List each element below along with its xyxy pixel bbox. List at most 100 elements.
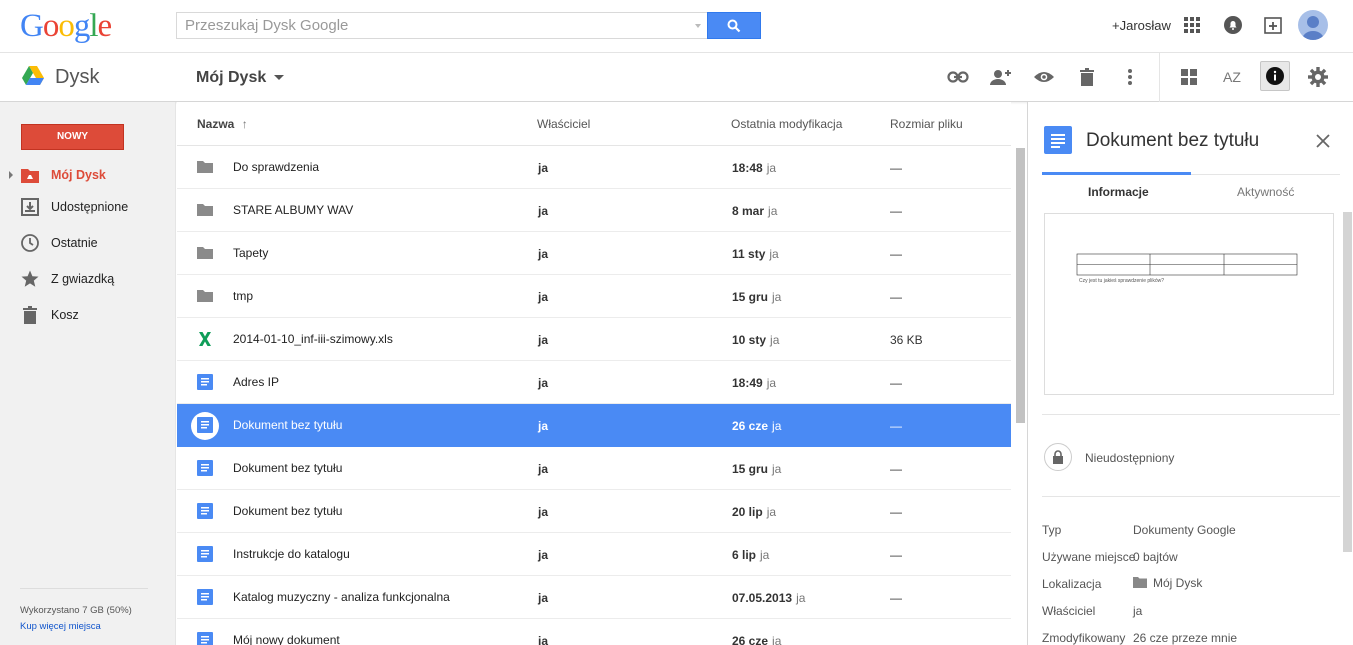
table-row[interactable]: Katalog muzyczny - analiza funkcjonalna j…	[177, 576, 1011, 619]
trash-icon[interactable]	[1075, 65, 1099, 89]
file-owner: ja	[538, 591, 549, 605]
file-owner: ja	[538, 505, 549, 519]
avatar[interactable]	[1298, 10, 1328, 40]
spreadsheet-icon	[199, 332, 211, 346]
modified-by: ja	[796, 591, 806, 605]
file-owner: ja	[538, 419, 549, 433]
modified-by: ja	[766, 161, 777, 175]
search-button[interactable]	[707, 12, 761, 39]
table-row[interactable]: STARE ALBUMY WAV ja 8 mar ja —	[177, 189, 1011, 232]
table-row[interactable]: 2014-01-10_inf-iii-szimowy.xls ja 10 sty ja…	[177, 318, 1011, 361]
file-modified: 8 mar ja	[732, 204, 777, 218]
lock-icon[interactable]	[1044, 443, 1072, 471]
modified-by: ja	[760, 548, 770, 562]
column-header-name[interactable]: Nazwa ↑	[197, 117, 248, 131]
new-button[interactable]: NOWY	[21, 124, 124, 150]
sidebar-item-recent[interactable]: Ostatnie	[0, 228, 176, 258]
table-row[interactable]: Adres IP ja 18:49 ja —	[177, 361, 1011, 404]
search-options-chevron-icon[interactable]	[695, 24, 701, 28]
tab-info[interactable]: Informacje	[1088, 185, 1149, 199]
add-person-icon[interactable]	[989, 65, 1013, 89]
sort-az-label: AZ	[1223, 69, 1241, 85]
share-plus-icon[interactable]	[1262, 14, 1284, 36]
sort-ascending-icon[interactable]: ↑	[242, 117, 248, 131]
property-value-location[interactable]: Mój Dysk	[1133, 576, 1202, 590]
file-list-scroll-thumb[interactable]	[1016, 148, 1025, 423]
folder-icon	[197, 204, 213, 216]
google-logo[interactable]: Google	[20, 8, 112, 45]
notifications-bell-icon[interactable]	[1222, 14, 1244, 36]
info-icon	[1266, 67, 1284, 85]
link-icon[interactable]	[946, 65, 970, 89]
modified-date: 6 lip	[732, 548, 757, 562]
table-row[interactable]: Do sprawdzenia ja 18:48 ja —	[177, 146, 1011, 189]
breadcrumb[interactable]: Mój Dysk	[196, 69, 285, 87]
file-owner: ja	[538, 247, 549, 261]
grid-view-icon[interactable]	[1177, 65, 1201, 89]
file-name[interactable]: Katalog muzyczny - analiza funkcjonalna	[233, 590, 450, 604]
file-name[interactable]: Tapety	[233, 246, 268, 260]
file-name[interactable]: Instrukcje do katalogu	[233, 547, 350, 561]
file-name[interactable]: tmp	[233, 289, 253, 303]
modified-date: 26 cze	[732, 634, 769, 645]
column-header-owner[interactable]: Właściciel	[537, 117, 590, 131]
clock-icon	[21, 234, 39, 252]
file-modified: 07.05.2013 ja	[732, 591, 805, 605]
document-preview[interactable]: Czy jest tu jakieś sprawdzenie plików?	[1044, 213, 1334, 395]
search-box[interactable]	[176, 12, 708, 39]
preview-eye-icon[interactable]	[1032, 65, 1056, 89]
close-icon[interactable]	[1314, 132, 1332, 150]
sort-az-icon[interactable]: AZ	[1220, 65, 1244, 89]
file-name[interactable]: 2014-01-10_inf-iii-szimowy.xls	[233, 332, 393, 346]
document-preview-table	[1076, 253, 1298, 276]
column-header-size[interactable]: Rozmiar pliku	[890, 117, 963, 131]
details-panel-scrollbar[interactable]	[1343, 212, 1352, 552]
file-name[interactable]: Adres IP	[233, 375, 279, 389]
sidebar-item-label: Mój Dysk	[51, 168, 106, 182]
column-header-modified[interactable]: Ostatnia modyfikacja	[731, 117, 842, 131]
file-list: Nazwa ↑ Właściciel Ostatnia modyfikacja …	[177, 102, 1027, 645]
table-row[interactable]: tmp ja 15 gru ja —	[177, 275, 1011, 318]
file-modified: 10 sty ja	[732, 333, 779, 347]
apps-grid-icon[interactable]	[1181, 14, 1203, 36]
file-name[interactable]: Do sprawdzenia	[233, 160, 319, 174]
file-size: —	[890, 376, 902, 390]
divider	[1042, 496, 1340, 497]
folder-icon	[197, 247, 213, 259]
table-row[interactable]: Tapety ja 11 sty ja —	[177, 232, 1011, 275]
sidebar-item-shared[interactable]: Udostępnione	[0, 192, 176, 222]
table-row[interactable]: Mój nowy dokument ja 26 cze ja	[177, 619, 1011, 645]
modified-by: ja	[772, 290, 782, 304]
logo-letter: l	[89, 8, 98, 44]
sidebar-item-my-drive[interactable]: Mój Dysk	[0, 160, 176, 190]
file-name[interactable]: STARE ALBUMY WAV	[233, 203, 353, 217]
property-value-modified: 26 cze przeze mnie	[1133, 631, 1238, 645]
settings-gear-icon[interactable]	[1306, 65, 1330, 89]
user-name-link[interactable]: +Jarosław	[1112, 18, 1171, 33]
location-label: Mój Dysk	[1153, 576, 1203, 590]
file-name[interactable]: Mój nowy dokument	[233, 633, 340, 645]
file-modified: 18:49 ja	[732, 376, 776, 390]
search-input[interactable]	[177, 13, 707, 38]
table-row[interactable]: Dokument bez tytułu ja 15 gru ja —	[177, 447, 1011, 490]
table-row[interactable]: Dokument bez tytułu ja 20 lip ja —	[177, 490, 1011, 533]
tab-active-indicator	[1042, 172, 1191, 175]
top-bar: Google +Jarosław	[0, 0, 1353, 53]
file-name[interactable]: Dokument bez tytułu	[233, 504, 342, 518]
tab-activity[interactable]: Aktywność	[1237, 185, 1294, 199]
table-row[interactable]: Dokument bez tytułu ja 26 cze ja —	[177, 404, 1011, 447]
expand-arrow-icon[interactable]	[9, 171, 13, 179]
sidebar-item-starred[interactable]: Z gwiazdką	[0, 264, 176, 294]
modified-by: ja	[766, 505, 777, 519]
file-name[interactable]: Dokument bez tytułu	[233, 461, 342, 475]
sidebar: NOWY Mój Dysk Udostępnione Ostatnie Z gw…	[0, 102, 176, 645]
file-size: —	[890, 419, 902, 433]
info-button[interactable]	[1260, 61, 1290, 91]
buy-storage-link[interactable]: Kup więcej miejsca	[20, 621, 101, 632]
file-modified: 26 cze ja	[732, 634, 781, 645]
file-name[interactable]: Dokument bez tytułu	[233, 418, 342, 432]
table-row[interactable]: Instrukcje do katalogu ja 6 lip ja —	[177, 533, 1011, 576]
modified-date: 20 lip	[732, 505, 763, 519]
more-vert-icon[interactable]	[1118, 65, 1142, 89]
sidebar-item-trash[interactable]: Kosz	[0, 300, 176, 330]
